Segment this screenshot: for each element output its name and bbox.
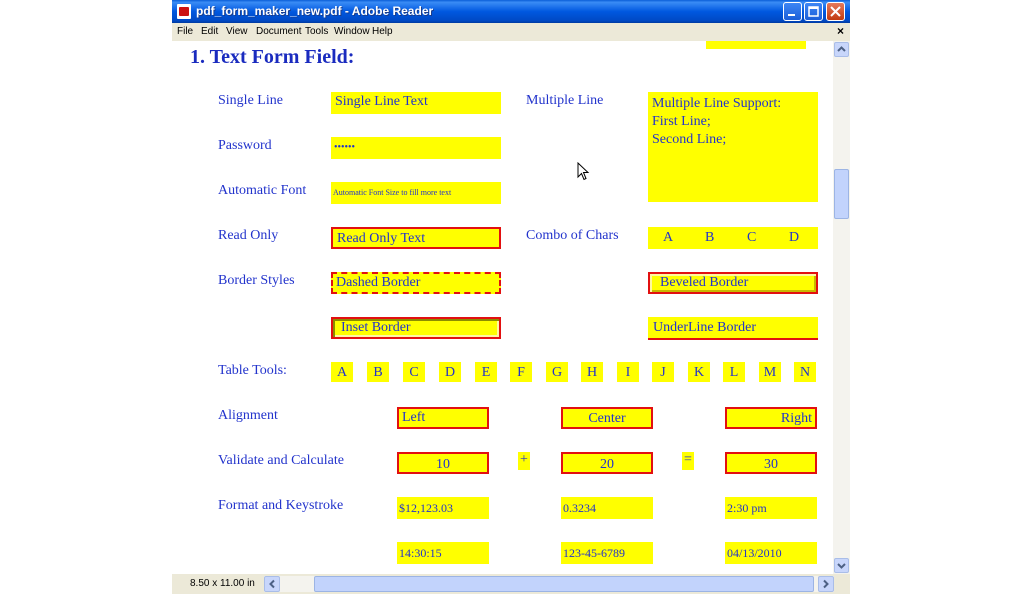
label-password: Password [218, 138, 272, 153]
format-ssn-field[interactable]: 123-45-6789 [561, 542, 653, 564]
format-number-field[interactable]: 0.3234 [561, 497, 653, 519]
table-cell-h[interactable]: H [581, 362, 603, 382]
document-page: 1. Text Form Field: Single Line Password… [172, 41, 833, 574]
table-cell-k[interactable]: K [688, 362, 710, 382]
menu-help[interactable]: Help [372, 26, 393, 37]
table-cell-a[interactable]: A [331, 362, 353, 382]
label-single-line: Single Line [218, 93, 283, 108]
table-cell-b[interactable]: B [367, 362, 389, 382]
table-cell-l[interactable]: L [723, 362, 745, 382]
document-close-button[interactable]: × [837, 24, 844, 38]
title-bar[interactable]: pdf_form_maker_new.pdf - Adobe Reader [172, 0, 850, 23]
table-cell-f[interactable]: F [510, 362, 532, 382]
dashed-border-field[interactable]: Dashed Border [331, 272, 501, 294]
table-cell-n[interactable]: N [794, 362, 816, 382]
table-cell-g[interactable]: G [546, 362, 568, 382]
calc-value-b[interactable]: 20 [561, 452, 653, 474]
menu-edit[interactable]: Edit [201, 26, 218, 37]
status-bar: 8.50 x 11.00 in [172, 574, 850, 594]
menu-view[interactable]: View [226, 26, 248, 37]
chevron-up-icon [837, 46, 846, 52]
app-window: pdf_form_maker_new.pdf - Adobe Reader Fi… [172, 0, 850, 594]
menu-bar: File Edit View Document Tools Window Hel… [172, 23, 850, 41]
underline-border-field[interactable]: UnderLine Border [648, 317, 818, 340]
vertical-scroll-thumb[interactable] [834, 169, 849, 219]
combo-chars-field[interactable]: A B C D [648, 227, 818, 249]
equals-operator: = [682, 452, 694, 470]
maximize-button[interactable] [804, 2, 823, 21]
read-only-field: Read Only Text [331, 227, 501, 249]
format-time24-field[interactable]: 14:30:15 [397, 542, 489, 564]
minimize-button[interactable] [783, 2, 802, 21]
label-alignment: Alignment [218, 408, 278, 423]
horizontal-scrollbar[interactable] [264, 576, 834, 592]
align-left-field[interactable]: Left [397, 407, 489, 429]
table-cell-d[interactable]: D [439, 362, 461, 382]
mouse-cursor-icon [577, 162, 590, 181]
menu-document[interactable]: Document [256, 26, 302, 37]
chevron-right-icon [823, 579, 829, 589]
chevron-down-icon [837, 563, 846, 569]
single-line-field[interactable]: Single Line Text [331, 92, 501, 114]
inset-border-field[interactable]: Inset Border [331, 317, 501, 339]
maximize-icon [808, 6, 819, 17]
scroll-right-button[interactable] [818, 576, 834, 592]
calc-result: 30 [725, 452, 817, 474]
section-heading: 1. Text Form Field: [190, 46, 355, 68]
table-cell-m[interactable]: M [759, 362, 781, 382]
minimize-icon [788, 14, 795, 16]
multiple-line-field[interactable]: Multiple Line Support: First Line; Secon… [648, 92, 818, 202]
table-cell-j[interactable]: J [652, 362, 674, 382]
label-table-tools: Table Tools: [218, 363, 287, 378]
scroll-left-button[interactable] [264, 576, 280, 592]
table-cell-c[interactable]: C [403, 362, 425, 382]
menu-file[interactable]: File [177, 26, 193, 37]
close-button[interactable] [826, 2, 845, 21]
page-size-readout: 8.50 x 11.00 in [190, 578, 255, 589]
align-right-field[interactable]: Right [725, 407, 817, 429]
automatic-font-field[interactable]: Automatic Font Size to fill more text [331, 182, 501, 204]
label-read-only: Read Only [218, 228, 279, 243]
label-validate: Validate and Calculate [218, 453, 344, 468]
chevron-left-icon [269, 579, 275, 589]
label-automatic-font: Automatic Font [218, 183, 307, 198]
window-title: pdf_form_maker_new.pdf - Adobe Reader [196, 4, 434, 18]
vertical-scrollbar[interactable] [833, 41, 850, 574]
label-multiple-line: Multiple Line [526, 93, 604, 108]
password-field[interactable]: •••••• [331, 137, 501, 159]
close-icon [830, 6, 841, 17]
label-border-styles: Border Styles [218, 273, 295, 288]
horizontal-scroll-thumb[interactable] [314, 576, 814, 592]
table-cell-i[interactable]: I [617, 362, 639, 382]
beveled-border-field[interactable]: Beveled Border [648, 272, 818, 294]
menu-tools[interactable]: Tools [305, 26, 328, 37]
calc-value-a[interactable]: 10 [397, 452, 489, 474]
align-center-field[interactable]: Center [561, 407, 653, 429]
format-currency-field[interactable]: $12,123.03 [397, 497, 489, 519]
pdf-icon [177, 4, 191, 19]
table-cell-e[interactable]: E [475, 362, 497, 382]
label-combo: Combo of Chars [526, 228, 619, 243]
label-format: Format and Keystroke [218, 498, 344, 513]
scroll-down-button[interactable] [834, 558, 849, 573]
plus-operator: + [518, 452, 530, 470]
menu-window[interactable]: Window [334, 26, 370, 37]
scroll-up-button[interactable] [834, 42, 849, 57]
partial-field[interactable] [706, 41, 806, 49]
format-time-field[interactable]: 2:30 pm [725, 497, 817, 519]
format-date-field[interactable]: 04/13/2010 [725, 542, 817, 564]
